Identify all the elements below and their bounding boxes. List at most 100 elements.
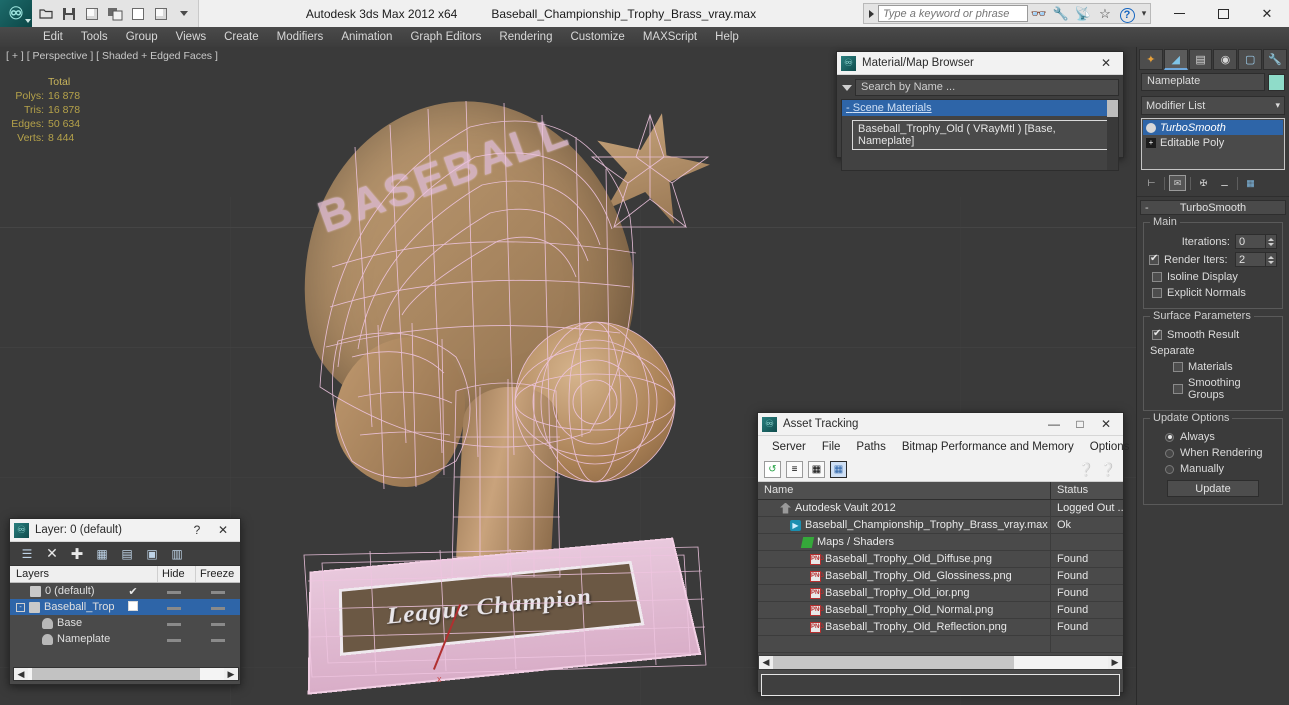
current-layer-check[interactable] bbox=[128, 600, 138, 611]
list-item[interactable]: Nameplate bbox=[10, 631, 240, 647]
list-view-icon[interactable]: ≡ bbox=[786, 461, 803, 478]
update-button[interactable]: Update bbox=[1167, 480, 1259, 497]
scroll-thumb[interactable] bbox=[773, 656, 1015, 669]
table-row[interactable]: PNG Baseball_Trophy_Old_Reflection.png F… bbox=[758, 618, 1123, 636]
when-rendering-radio[interactable] bbox=[1165, 448, 1174, 458]
freeze-toggle[interactable] bbox=[211, 639, 225, 642]
update-option-always[interactable]: Always bbox=[1165, 431, 1277, 443]
scroll-track[interactable] bbox=[773, 656, 1108, 669]
smooth-result-row[interactable]: Smooth Result bbox=[1152, 328, 1277, 341]
menu-item-maxscript[interactable]: MAXScript bbox=[634, 29, 706, 45]
menu-item-animation[interactable]: Animation bbox=[332, 29, 401, 45]
list-item[interactable]: 0 (default) ✔ bbox=[10, 583, 240, 599]
hide-toggle[interactable] bbox=[167, 639, 181, 642]
asset-tracking-maximize-button[interactable]: □ bbox=[1067, 413, 1093, 435]
layer-horizontal-scrollbar[interactable]: ◀ ▶ bbox=[13, 667, 239, 681]
always-radio[interactable] bbox=[1165, 432, 1174, 442]
modifier-list-dropdown[interactable]: Modifier List ▾ bbox=[1141, 96, 1285, 115]
update-option-when-rendering[interactable]: When Rendering bbox=[1165, 447, 1277, 459]
app-logo-button[interactable]: ♾ bbox=[0, 0, 32, 27]
hide-toggle[interactable] bbox=[167, 591, 181, 594]
expand-collapse-icon[interactable]: - bbox=[16, 602, 25, 612]
wrench-icon[interactable]: 🔧 bbox=[1050, 6, 1072, 22]
column-header-name[interactable]: Name bbox=[758, 482, 1051, 499]
layer-dialog-close-button[interactable]: ✕ bbox=[210, 519, 236, 541]
reference-icon[interactable] bbox=[105, 4, 125, 24]
configure-sets-icon[interactable]: ▦ bbox=[1242, 175, 1259, 191]
object-name-field[interactable]: Nameplate bbox=[1141, 73, 1265, 91]
manually-radio[interactable] bbox=[1165, 464, 1174, 474]
help-pointer-icon[interactable]: ❔ bbox=[1078, 461, 1095, 478]
infocenter-expand-icon[interactable] bbox=[864, 9, 878, 18]
table-view-icon[interactable]: ▦ bbox=[830, 461, 847, 478]
spinner-arrows-icon[interactable] bbox=[1266, 252, 1277, 267]
iterations-input[interactable] bbox=[1235, 234, 1266, 249]
open-icon[interactable] bbox=[36, 4, 56, 24]
help-icon[interactable]: ❔ bbox=[1100, 461, 1117, 478]
column-header-hide[interactable]: Hide bbox=[158, 566, 196, 582]
material-browser-close-button[interactable]: ✕ bbox=[1093, 52, 1119, 74]
scroll-right-icon[interactable]: ▶ bbox=[224, 668, 238, 680]
menu-item-create[interactable]: Create bbox=[215, 29, 268, 45]
list-item[interactable]: Base bbox=[10, 615, 240, 631]
separate-smoothing-groups-checkbox[interactable] bbox=[1173, 384, 1183, 394]
binoculars-icon[interactable]: 👓 bbox=[1028, 6, 1050, 22]
chevron-down-icon[interactable] bbox=[839, 84, 855, 91]
hierarchy-tab[interactable]: ▤ bbox=[1188, 49, 1213, 70]
render-iters-spinner[interactable] bbox=[1235, 252, 1277, 267]
isoline-display-row[interactable]: Isoline Display bbox=[1152, 271, 1277, 283]
new-icon[interactable] bbox=[82, 4, 102, 24]
modify-tab[interactable]: ◢ bbox=[1163, 49, 1188, 70]
at-menu-server[interactable]: Server bbox=[764, 439, 814, 455]
display-tab[interactable]: ▢ bbox=[1238, 49, 1263, 70]
add-layer-icon[interactable]: ✚ bbox=[69, 546, 85, 563]
asset-tracking-window[interactable]: ♾ Asset Tracking — □ ✕ Server File Paths… bbox=[757, 412, 1129, 696]
highlight-selection-icon[interactable]: ▥ bbox=[169, 546, 185, 562]
iterations-spinner[interactable] bbox=[1235, 234, 1277, 249]
asset-tracking-minimize-button[interactable]: — bbox=[1041, 413, 1067, 435]
hide-toggle[interactable] bbox=[167, 607, 181, 610]
scene-materials-group[interactable]: - Scene Materials bbox=[842, 100, 1118, 116]
asset-horizontal-scrollbar[interactable]: ◀ ▶ bbox=[758, 655, 1123, 670]
layer-dialog-help-button[interactable]: ? bbox=[184, 519, 210, 541]
pin-stack-icon[interactable]: ⊢ bbox=[1143, 175, 1160, 191]
table-row[interactable]: Autodesk Vault 2012 Logged Out ... bbox=[758, 499, 1123, 517]
hide-toggle[interactable] bbox=[167, 623, 181, 626]
isoline-display-checkbox[interactable] bbox=[1152, 272, 1162, 282]
explicit-normals-row[interactable]: Explicit Normals bbox=[1152, 287, 1277, 299]
delete-layer-icon[interactable]: ✕ bbox=[44, 545, 60, 562]
table-row[interactable]: PNG Baseball_Trophy_Old_Glossiness.png F… bbox=[758, 567, 1123, 585]
help-dropdown-icon[interactable]: ▾ bbox=[1138, 8, 1150, 19]
menu-item-views[interactable]: Views bbox=[167, 29, 215, 45]
table-row[interactable]: PNG Baseball_Trophy_Old_Normal.png Found bbox=[758, 601, 1123, 619]
menu-item-group[interactable]: Group bbox=[117, 29, 167, 45]
asset-tracking-close-button[interactable]: ✕ bbox=[1093, 413, 1119, 435]
at-menu-options[interactable]: Options bbox=[1082, 439, 1138, 455]
freeze-toggle[interactable] bbox=[211, 591, 225, 594]
rollout-collapse-icon[interactable]: - bbox=[1145, 202, 1149, 214]
help-icon[interactable]: ? bbox=[1116, 5, 1138, 23]
material-list-scrollbar[interactable] bbox=[1107, 100, 1118, 170]
remove-modifier-icon[interactable]: ⚊ bbox=[1216, 175, 1233, 191]
new-layer-icon[interactable]: ☰ bbox=[19, 546, 35, 562]
satellite-icon[interactable]: 📡 bbox=[1072, 6, 1094, 22]
object-color-swatch[interactable] bbox=[1268, 73, 1285, 91]
scroll-right-icon[interactable]: ▶ bbox=[1108, 656, 1122, 669]
update-option-manually[interactable]: Manually bbox=[1165, 463, 1277, 475]
material-map-browser-window[interactable]: ♾ Material/Map Browser ✕ Search by Name … bbox=[836, 51, 1124, 171]
menu-item-graph-editors[interactable]: Graph Editors bbox=[401, 29, 490, 45]
scroll-thumb[interactable] bbox=[32, 668, 200, 680]
refresh-icon[interactable]: ↺ bbox=[764, 461, 781, 478]
explicit-normals-checkbox[interactable] bbox=[1152, 288, 1162, 298]
table-row[interactable]: PNG Baseball_Trophy_Old_ior.png Found bbox=[758, 584, 1123, 602]
render-iters-input[interactable] bbox=[1235, 252, 1266, 267]
separate-smoothing-groups-row[interactable]: Smoothing Groups bbox=[1173, 377, 1277, 401]
menu-item-customize[interactable]: Customize bbox=[561, 29, 633, 45]
qat-overflow-icon[interactable] bbox=[174, 4, 194, 24]
maximize-button[interactable] bbox=[1201, 0, 1245, 27]
material-list[interactable]: - Scene Materials Baseball_Trophy_Old ( … bbox=[841, 99, 1119, 171]
asset-path-field[interactable] bbox=[761, 674, 1120, 696]
stack-item-editable-poly[interactable]: + Editable Poly bbox=[1143, 135, 1283, 150]
material-search-input[interactable]: Search by Name ... bbox=[855, 79, 1119, 96]
smooth-result-checkbox[interactable] bbox=[1152, 328, 1162, 340]
